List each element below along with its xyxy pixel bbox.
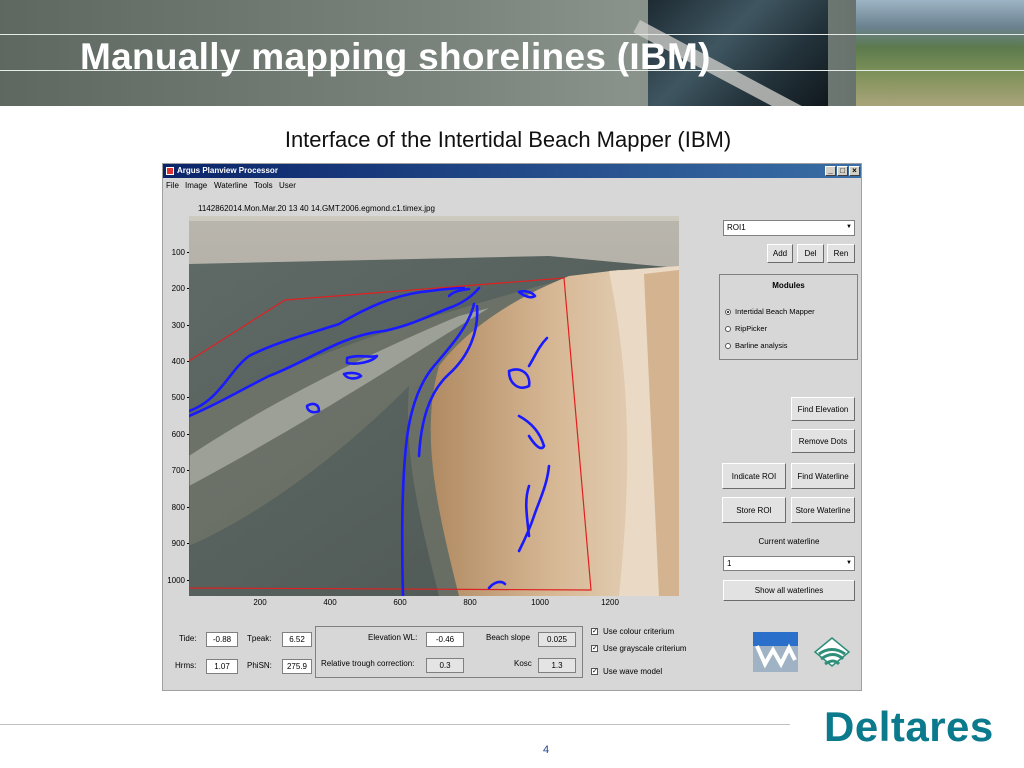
image-filename: 1142862014.Mon.Mar.20 13 40 14.GMT.2006.…	[198, 204, 435, 213]
module-label: Intertidal Beach Mapper	[735, 307, 815, 316]
radio-selected-icon	[725, 309, 731, 316]
phisn-field[interactable]: 275.9	[282, 659, 312, 674]
module-radio-barline[interactable]: Barline analysis	[725, 341, 788, 350]
current-waterline-value: 1	[727, 559, 732, 568]
x-tick-label: 600	[393, 598, 407, 607]
x-tick-label: 400	[323, 598, 337, 607]
y-tick-label: 300	[171, 321, 185, 330]
find-elevation-button[interactable]: Find Elevation	[791, 397, 855, 421]
module-radio-ibm[interactable]: Intertidal Beach Mapper	[725, 307, 815, 316]
current-waterline-select[interactable]: 1 ▼	[723, 556, 855, 571]
deltares-logo: Deltares	[824, 703, 994, 750]
waterline-params-panel: Elevation WL: -0.46 Beach slope 0.025 Re…	[315, 626, 583, 678]
kosc-field[interactable]: 1.3	[538, 658, 576, 673]
elevation-wl-field[interactable]: -0.46	[426, 632, 464, 647]
del-roi-button[interactable]: Del	[797, 244, 824, 263]
y-tick-label: 900	[171, 539, 185, 548]
phisn-label: PhiSN:	[247, 661, 272, 670]
chevron-down-icon: ▼	[846, 560, 852, 566]
hrms-field[interactable]: 1.07	[206, 659, 238, 674]
store-roi-button[interactable]: Store ROI	[722, 497, 786, 523]
slide-subtitle: Interface of the Intertidal Beach Mapper…	[284, 127, 732, 152]
slide-title: Manually mapping shorelines (IBM)	[80, 36, 711, 77]
x-tick-label: 1000	[531, 598, 549, 607]
beach-image-view[interactable]	[189, 216, 679, 596]
add-roi-button[interactable]: Add	[767, 244, 793, 263]
x-tick-label: 200	[253, 598, 267, 607]
tide-field[interactable]: -0.88	[206, 632, 238, 647]
relative-trough-correction-label: Relative trough correction:	[321, 659, 415, 668]
module-radio-rippicker[interactable]: RipPicker	[725, 324, 767, 333]
x-tick-label: 800	[463, 598, 477, 607]
footer-rule	[0, 724, 790, 725]
y-tick-label: 400	[171, 357, 185, 366]
tide-label: Tide:	[179, 634, 197, 643]
checkbox-label: Use colour criterium	[603, 627, 675, 636]
roi-select-value: ROI1	[727, 223, 746, 232]
module-label: Barline analysis	[735, 341, 788, 350]
tpeak-label: Tpeak:	[247, 634, 272, 643]
module-label: RipPicker	[735, 324, 768, 333]
y-tick-label: 500	[171, 393, 185, 402]
menu-bar: File Image Waterline Tools User	[163, 179, 861, 192]
beach-slope-label: Beach slope	[486, 633, 531, 642]
store-waterline-button[interactable]: Store Waterline	[791, 497, 855, 523]
window-titlebar: Argus Planview Processor _ □ ×	[163, 164, 861, 178]
elevation-wl-label: Elevation WL:	[368, 633, 418, 642]
checkbox-label: Use wave model	[603, 667, 663, 676]
ren-roi-button[interactable]: Ren	[827, 244, 855, 263]
radio-icon	[725, 326, 731, 333]
close-button[interactable]: ×	[849, 166, 860, 176]
y-tick-label: 800	[171, 503, 185, 512]
menu-waterline[interactable]: Waterline	[214, 181, 248, 190]
tpeak-field[interactable]: 6.52	[282, 632, 312, 647]
slide-header: Manually mapping shorelines (IBM)	[0, 0, 1024, 106]
app-icon	[166, 167, 174, 175]
modules-panel: Modules Intertidal Beach Mapper RipPicke…	[719, 274, 858, 360]
y-tick-label: 100	[171, 248, 185, 257]
menu-image[interactable]: Image	[185, 181, 207, 190]
y-tick-label: 1000	[167, 576, 185, 585]
app-window: Argus Planview Processor _ □ × File Imag…	[162, 163, 862, 691]
radio-icon	[725, 343, 731, 350]
beach-slope-field[interactable]: 0.025	[538, 632, 576, 647]
y-tick-label: 700	[171, 466, 185, 475]
colour-criterium-checkbox[interactable]: ✓ Use colour criterium	[591, 627, 674, 636]
checkmark-icon: ✓	[591, 668, 598, 676]
roi-select[interactable]: ROI1 ▼	[723, 220, 855, 236]
menu-user[interactable]: User	[279, 181, 296, 190]
menu-file[interactable]: File	[166, 181, 179, 190]
header-photo-landscape	[856, 0, 1024, 106]
beach-image	[189, 216, 679, 596]
rijkswaterstaat-logo-icon	[813, 637, 851, 667]
wave-model-checkbox[interactable]: ✓ Use wave model	[591, 667, 662, 676]
window-title: Argus Planview Processor	[177, 166, 278, 175]
grayscale-criterium-checkbox[interactable]: ✓ Use grayscale criterium	[591, 644, 687, 653]
checkmark-icon: ✓	[591, 645, 598, 653]
header-rule-top	[0, 34, 1024, 35]
checkmark-icon: ✓	[591, 628, 598, 636]
remove-dots-button[interactable]: Remove Dots	[791, 429, 855, 453]
hrms-label: Hrms:	[175, 661, 197, 670]
maximize-button[interactable]: □	[837, 166, 848, 176]
chevron-down-icon: ▼	[846, 224, 852, 230]
y-tick-label: 600	[171, 430, 185, 439]
show-all-waterlines-button[interactable]: Show all waterlines	[723, 580, 855, 601]
minimize-button[interactable]: _	[825, 166, 836, 176]
wl-logo-icon	[753, 632, 798, 672]
menu-tools[interactable]: Tools	[254, 181, 273, 190]
find-waterline-button[interactable]: Find Waterline	[791, 463, 855, 489]
page-number: 4	[543, 744, 550, 756]
current-waterline-label: Current waterline	[758, 537, 820, 546]
checkbox-label: Use grayscale criterium	[603, 644, 687, 653]
modules-title: Modules	[772, 281, 805, 290]
x-tick-label: 1200	[601, 598, 619, 607]
relative-trough-correction-field[interactable]: 0.3	[426, 658, 464, 673]
kosc-label: Kosc	[514, 659, 532, 668]
indicate-roi-button[interactable]: Indicate ROI	[722, 463, 786, 489]
y-tick-label: 200	[171, 284, 185, 293]
